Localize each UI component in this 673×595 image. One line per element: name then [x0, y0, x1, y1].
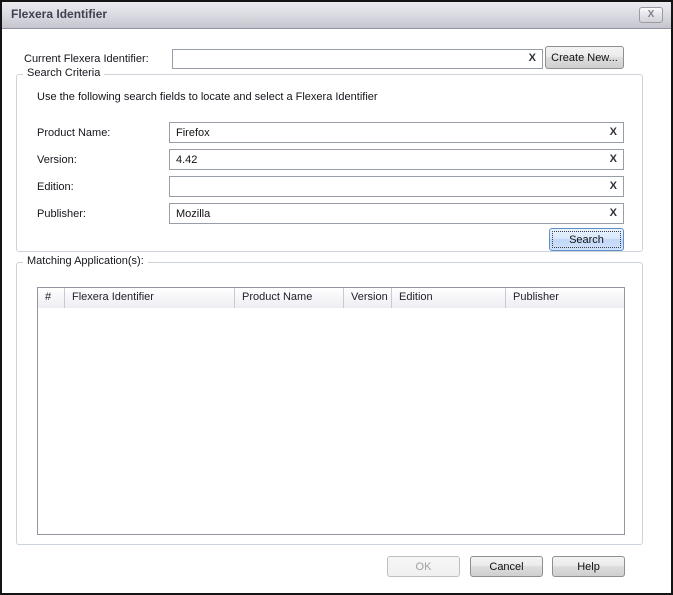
- version-input[interactable]: [170, 150, 623, 169]
- cancel-button[interactable]: Cancel: [470, 556, 543, 577]
- search-button[interactable]: Search: [549, 228, 624, 251]
- matching-applications-table[interactable]: # Flexera Identifier Product Name Versio…: [37, 287, 625, 535]
- matching-applications-legend: Matching Application(s):: [23, 255, 148, 267]
- column-header-number[interactable]: #: [38, 288, 65, 308]
- column-header-edition[interactable]: Edition: [392, 288, 506, 308]
- ok-button: OK: [387, 556, 460, 577]
- current-identifier-field-wrap: X: [172, 49, 543, 69]
- clear-icon[interactable]: X: [529, 53, 536, 64]
- flexera-identifier-dialog: Flexera Identifier X Current Flexera Ide…: [0, 0, 673, 595]
- current-identifier-input[interactable]: [173, 50, 542, 68]
- title-bar: Flexera Identifier X: [2, 2, 671, 29]
- table-body-empty: [38, 308, 624, 534]
- column-header-version[interactable]: Version: [344, 288, 392, 308]
- clear-icon[interactable]: X: [610, 181, 617, 192]
- clear-icon[interactable]: X: [610, 127, 617, 138]
- product-name-label: Product Name:: [37, 127, 110, 139]
- version-label: Version:: [37, 154, 77, 166]
- publisher-input[interactable]: [170, 204, 623, 223]
- edition-field-wrap: X: [169, 176, 624, 197]
- column-header-publisher[interactable]: Publisher: [506, 288, 624, 308]
- publisher-label: Publisher:: [37, 208, 86, 220]
- clear-icon[interactable]: X: [610, 154, 617, 165]
- current-identifier-label: Current Flexera Identifier:: [24, 53, 149, 65]
- search-instruction: Use the following search fields to locat…: [37, 91, 378, 103]
- publisher-field-wrap: X: [169, 203, 624, 224]
- edition-input[interactable]: [170, 177, 623, 196]
- search-criteria-legend: Search Criteria: [23, 67, 104, 79]
- product-name-input[interactable]: [170, 123, 623, 142]
- window-title: Flexera Identifier: [11, 7, 107, 21]
- clear-icon[interactable]: X: [610, 208, 617, 219]
- edition-label: Edition:: [37, 181, 74, 193]
- product-name-field-wrap: X: [169, 122, 624, 143]
- create-new-button[interactable]: Create New...: [545, 46, 624, 69]
- help-button[interactable]: Help: [552, 556, 625, 577]
- close-icon[interactable]: X: [639, 7, 663, 23]
- search-criteria-group: Search Criteria Use the following search…: [16, 74, 643, 252]
- matching-applications-group: Matching Application(s): # Flexera Ident…: [16, 262, 643, 545]
- table-header-row: # Flexera Identifier Product Name Versio…: [38, 288, 624, 309]
- version-field-wrap: X: [169, 149, 624, 170]
- column-header-flexera-identifier[interactable]: Flexera Identifier: [65, 288, 235, 308]
- column-header-product-name[interactable]: Product Name: [235, 288, 344, 308]
